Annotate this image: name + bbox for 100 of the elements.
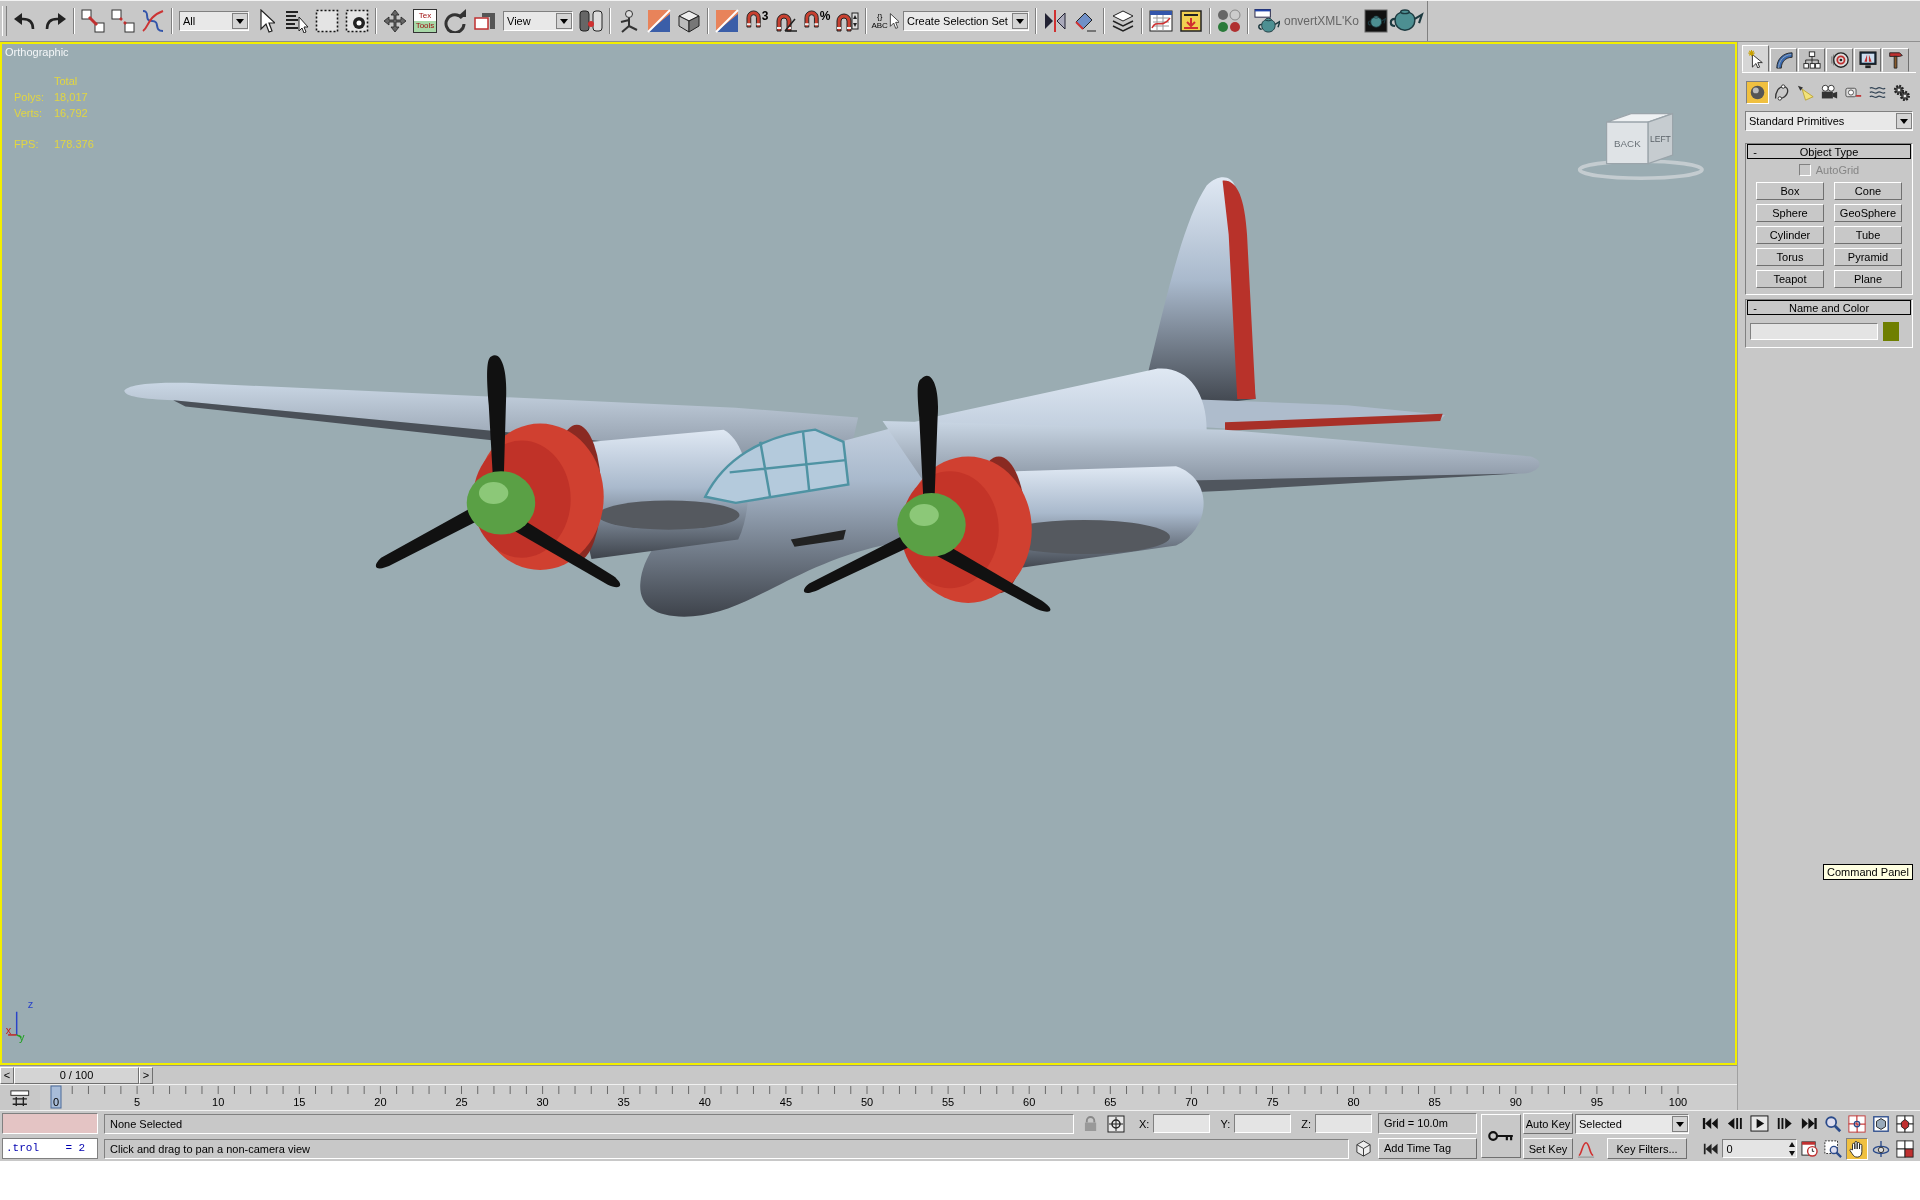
key-mode-toggle-icon[interactable] — [1703, 1142, 1719, 1155]
zoom-icon[interactable] — [1822, 1113, 1844, 1135]
hierarchy-tab[interactable] — [1798, 48, 1825, 72]
track-view-toggle-icon[interactable] — [10, 1089, 30, 1106]
object-category-dropdown[interactable]: Standard Primitives — [1745, 111, 1913, 131]
coordinate-label: Z: — [1301, 1117, 1311, 1130]
object-color-swatch[interactable] — [1883, 322, 1899, 341]
spinner-magnet-icon[interactable] — [835, 9, 859, 33]
motion-tab[interactable] — [1826, 48, 1853, 72]
previous-frame-button[interactable]: < — [0, 1066, 14, 1084]
object-name-field[interactable] — [1750, 323, 1878, 340]
rollout-header[interactable]: - Name and Color — [1747, 300, 1911, 315]
primitive-button[interactable]: Sphere — [1756, 204, 1824, 222]
step-back-icon[interactable] — [1725, 1117, 1745, 1130]
primitive-button[interactable]: Cylinder — [1756, 226, 1824, 244]
sparkle-cursor-icon — [1746, 49, 1765, 68]
rollout-header[interactable]: - Object Type — [1747, 144, 1911, 159]
rollout-toggle[interactable]: - — [1748, 301, 1762, 314]
primitive-button[interactable]: Torus — [1756, 248, 1824, 266]
selection-set-dropdown[interactable]: Create Selection Set — [903, 11, 1029, 31]
named-selection-button[interactable]: {} ABC — [870, 12, 900, 30]
crosshair-square-icon[interactable] — [1107, 1114, 1125, 1133]
window-teapot-icon[interactable] — [1253, 9, 1281, 33]
mirror-icon[interactable] — [1043, 9, 1067, 33]
primitive-button[interactable]: Cone — [1834, 182, 1902, 200]
zoom-extents-all-icon[interactable] — [1894, 1113, 1916, 1135]
split-square-icon[interactable] — [715, 9, 739, 33]
display-tab[interactable] — [1854, 48, 1881, 72]
step-forward-icon[interactable] — [1775, 1117, 1794, 1130]
snap-toggle-button[interactable]: 3 — [745, 10, 769, 32]
axis-label: x — [5, 1023, 12, 1036]
view-cube-label[interactable]: BACK — [1614, 137, 1641, 149]
coordinate-field[interactable] — [1153, 1114, 1211, 1133]
primitive-button[interactable]: Plane — [1834, 270, 1902, 288]
snap-toggle-button[interactable]: % — [803, 10, 831, 32]
frame-spinner[interactable]: 0 — [1722, 1139, 1797, 1158]
play-icon[interactable] — [1750, 1115, 1770, 1132]
four-way-arrows-icon[interactable] — [383, 9, 407, 33]
time-config-icon[interactable] — [1801, 1140, 1818, 1157]
primitive-button[interactable]: Box — [1756, 182, 1824, 200]
viewport[interactable]: Orthographic Total Polys: 18,017 Verts: 16,792 FPS: 178.376 BACK LEFT z x y — [0, 42, 1737, 1065]
coordinate-field[interactable] — [1234, 1114, 1292, 1133]
tangent-curve-icon[interactable] — [1577, 1139, 1595, 1158]
stats-value: 18,017 — [54, 91, 89, 104]
coordinate-field[interactable] — [1315, 1114, 1372, 1133]
auto-key-button[interactable]: Auto Key — [1523, 1113, 1573, 1134]
zoom-all-icon[interactable] — [1846, 1113, 1868, 1135]
teapot-screen-icon[interactable] — [1364, 9, 1388, 33]
primitive-button[interactable]: GeoSphere — [1834, 204, 1902, 222]
toolbar-button-label[interactable]: onvertXML'Ko — [1284, 14, 1359, 28]
selection-filter-dropdown[interactable]: All — [179, 11, 249, 31]
maxscript-output-field[interactable]: .trol = 2 — [2, 1138, 98, 1159]
view-cube-label[interactable]: LEFT — [1649, 133, 1671, 144]
add-time-tag-button[interactable]: Add Time Tag — [1378, 1138, 1477, 1159]
time-slider-thumb[interactable]: 0 / 100 — [14, 1066, 139, 1084]
create-tab[interactable] — [1742, 45, 1769, 72]
frame-number: 75 — [1266, 1096, 1279, 1108]
zoom-extents-icon[interactable] — [1870, 1113, 1892, 1135]
primitive-button[interactable]: Tube — [1834, 226, 1902, 244]
reference-coordinate-dropdown[interactable]: View — [503, 11, 573, 31]
stacked-layers-icon[interactable] — [1111, 9, 1135, 33]
dashed-square-icon[interactable] — [315, 9, 339, 33]
key-filters-button[interactable]: Key Filters... — [1607, 1138, 1687, 1159]
hand-icon[interactable] — [1846, 1138, 1868, 1160]
maximize-viewport-icon[interactable] — [1894, 1138, 1916, 1160]
skip-to-end-icon[interactable] — [1799, 1117, 1819, 1130]
teapot-icon[interactable] — [1388, 9, 1424, 33]
texture-tools-button[interactable]: Tex Tools — [413, 9, 437, 33]
circular-arrow-icon[interactable] — [443, 9, 467, 33]
modify-tab[interactable] — [1770, 48, 1797, 72]
key-set-dropdown[interactable]: Selected — [1575, 1113, 1689, 1134]
split-square-icon[interactable] — [647, 9, 671, 33]
orbit-icon[interactable] — [1870, 1138, 1892, 1160]
list-cursor-icon[interactable] — [285, 9, 309, 33]
crossed-wavy-lines-icon[interactable] — [141, 9, 165, 33]
current-frame-marker[interactable] — [50, 1085, 62, 1109]
graph-window-icon[interactable] — [1149, 9, 1173, 33]
skip-to-start-icon[interactable] — [1701, 1117, 1720, 1130]
cursor-arrow-icon[interactable] — [259, 9, 275, 33]
timeline-ruler[interactable] — [71, 1085, 1679, 1095]
set-key-button[interactable]: Set Key — [1523, 1138, 1573, 1159]
set-keys-button[interactable] — [1481, 1114, 1521, 1158]
rollout-toggle[interactable]: - — [1748, 145, 1762, 158]
primitive-button[interactable]: Pyramid — [1834, 248, 1902, 266]
wire-cube-icon[interactable] — [1355, 1140, 1372, 1157]
frame-number: 40 — [698, 1096, 711, 1108]
primitive-button[interactable]: Teapot — [1756, 270, 1824, 288]
maxscript-input-field[interactable] — [2, 1113, 98, 1134]
three-spheres-icon[interactable] — [1217, 9, 1241, 33]
toolbar-grip[interactable] — [2, 6, 7, 36]
next-frame-button[interactable]: > — [139, 1066, 153, 1084]
hammer-icon — [1886, 51, 1905, 69]
linked-squares-icon[interactable] — [81, 9, 105, 33]
time-slider-track[interactable]: < 0 / 100 > — [0, 1065, 1737, 1085]
open-box-icon[interactable] — [677, 9, 701, 33]
region-zoom-icon[interactable] — [1822, 1138, 1844, 1160]
utilities-tab[interactable] — [1882, 48, 1909, 72]
frame-number: 100 — [1668, 1096, 1688, 1108]
pivot-center-icon[interactable] — [579, 9, 603, 33]
unlinked-squares-icon[interactable] — [111, 9, 135, 33]
